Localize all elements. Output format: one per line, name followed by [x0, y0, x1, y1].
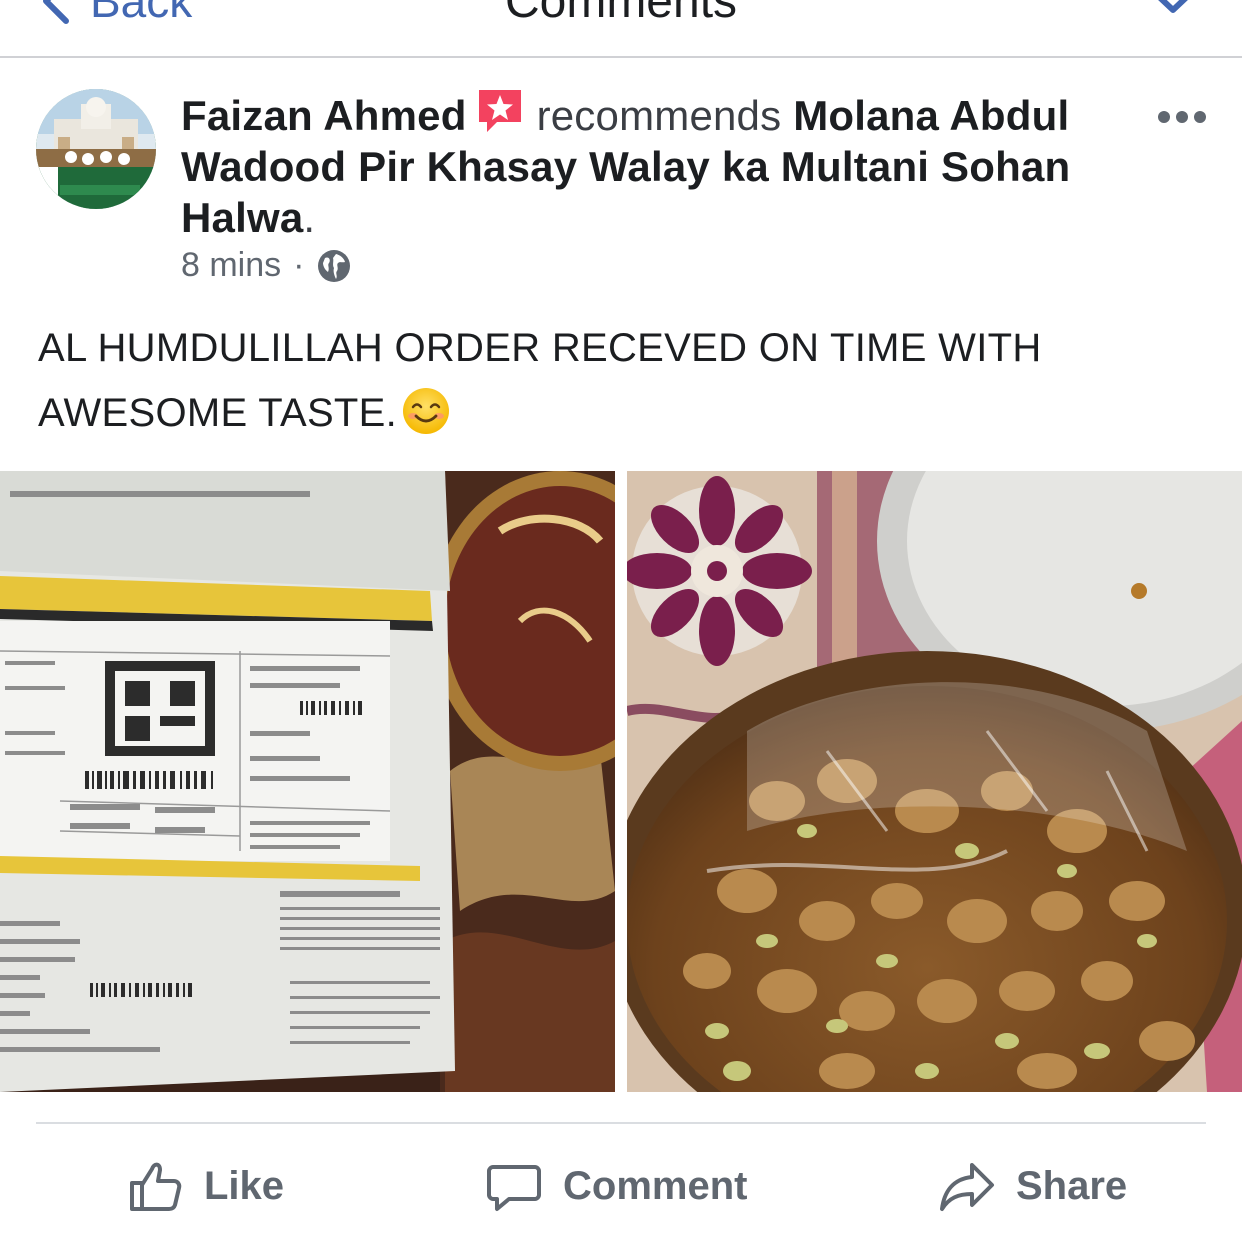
more-options-icon[interactable] — [1156, 106, 1208, 128]
globe-icon — [318, 249, 351, 282]
post-time[interactable]: 8 mins — [181, 246, 281, 285]
page-name-suffix: . — [303, 194, 316, 241]
speech-bubble-icon — [487, 1165, 541, 1211]
share-label: Share — [1016, 1163, 1128, 1208]
avatar-image — [36, 89, 156, 209]
page-title: Comments — [504, 0, 738, 28]
like-label: Like — [204, 1163, 285, 1208]
sohan-halwa-photo[interactable] — [627, 471, 1242, 1092]
recommends-verb: recommends — [536, 92, 782, 139]
post-header-text: Faizan Ahmed recommends Molana Abdul Wad… — [181, 86, 1111, 243]
comment-label: Comment — [563, 1163, 748, 1208]
author-name-link[interactable]: Faizan Ahmed — [181, 92, 467, 139]
post-actions-bar: Like Comment Share — [0, 1150, 1242, 1222]
post-text: AL HUMDULILLAH ORDER RECEVED ON TIME WIT… — [38, 316, 1198, 446]
parcel-photo-image — [0, 471, 615, 1092]
actions-divider — [36, 1122, 1206, 1124]
thumbs-up-icon — [130, 1162, 182, 1211]
smiling-face-emoji — [403, 388, 450, 434]
top-navigation-bar: Back Comments — [0, 0, 1242, 58]
meta-separator: · — [293, 246, 305, 284]
share-button[interactable]: Share — [938, 1150, 1127, 1222]
comment-button[interactable]: Comment — [485, 1150, 747, 1222]
recommendation-star-icon — [478, 90, 521, 132]
author-avatar[interactable] — [36, 89, 156, 209]
sohan-halwa-photo-image — [627, 471, 1242, 1092]
post-meta: 8 mins · — [181, 246, 352, 285]
post-text-content: AL HUMDULILLAH ORDER RECEVED ON TIME WIT… — [38, 326, 1042, 435]
like-button[interactable]: Like — [126, 1150, 284, 1222]
chevron-down-icon[interactable] — [1150, 0, 1196, 16]
parcel-photo[interactable] — [0, 471, 615, 1092]
share-arrow-icon — [940, 1163, 994, 1211]
